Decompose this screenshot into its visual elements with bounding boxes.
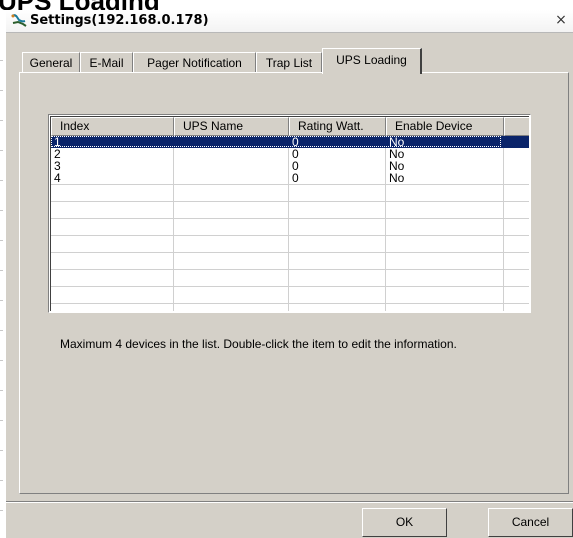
grid-line (51, 184, 529, 185)
column-header-filler (504, 117, 529, 136)
ok-button[interactable]: OK (362, 508, 447, 537)
cell-index: 3 (54, 160, 61, 172)
cancel-button[interactable]: Cancel (488, 508, 573, 537)
cell-enable-device: No (389, 148, 405, 160)
clipped-page-heading: UPS Loading (0, 0, 298, 10)
table-row[interactable]: 4 0 No (51, 172, 529, 184)
tab-general[interactable]: General (22, 52, 80, 72)
column-header-enable-device[interactable]: Enable Device (386, 117, 504, 136)
cell-rating-watt: 0 (292, 172, 299, 184)
title-bar[interactable]: Settings(192.168.0.178) × (6, 10, 573, 33)
table-row[interactable]: 2 0 No (51, 148, 529, 160)
grid-line (51, 303, 529, 304)
cell-index: 4 (54, 172, 61, 184)
column-header-index[interactable]: Index (51, 117, 174, 136)
table-row[interactable]: 3 0 No (51, 160, 529, 172)
settings-dialog: Settings(192.168.0.178) × General E-Mail… (6, 10, 573, 538)
column-header-rating-watt[interactable]: Rating Watt. (289, 117, 386, 136)
grid-line (51, 201, 529, 202)
divider (6, 501, 573, 503)
window-title: Settings(192.168.0.178) (30, 13, 209, 28)
tab-e-mail[interactable]: E-Mail (80, 52, 133, 72)
cell-ups-name (174, 160, 287, 172)
tab-strip: General E-Mail Pager Notification Trap L… (22, 48, 442, 74)
table-row[interactable]: 1 0 No (51, 136, 529, 148)
focus-rectangle (51, 136, 501, 147)
info-text: Maximum 4 devices in the list. Double-cl… (60, 337, 457, 351)
column-header-ups-name[interactable]: UPS Name (174, 117, 289, 136)
grid-line (51, 252, 529, 253)
grid-line (51, 286, 529, 287)
grid-line (51, 218, 529, 219)
tab-pager-notification[interactable]: Pager Notification (133, 52, 256, 72)
tab-trap-list[interactable]: Trap List (256, 52, 322, 72)
list-header: Index UPS Name Rating Watt. Enable Devic… (51, 117, 529, 136)
cell-rating-watt: 0 (292, 148, 299, 160)
tab-ups-loading[interactable]: UPS Loading (322, 48, 422, 74)
cell-index: 2 (54, 148, 61, 160)
cell-ups-name (174, 172, 287, 184)
cell-ups-name (174, 148, 287, 160)
grid-line (51, 235, 529, 236)
cell-enable-device: No (389, 172, 405, 184)
cell-rating-watt: 0 (292, 160, 299, 172)
grid-line (51, 269, 529, 270)
close-icon[interactable]: × (553, 12, 569, 29)
scorpion-app-icon (10, 13, 28, 29)
cell-enable-device: No (389, 160, 405, 172)
ups-list[interactable]: Index UPS Name Rating Watt. Enable Devic… (48, 114, 531, 313)
